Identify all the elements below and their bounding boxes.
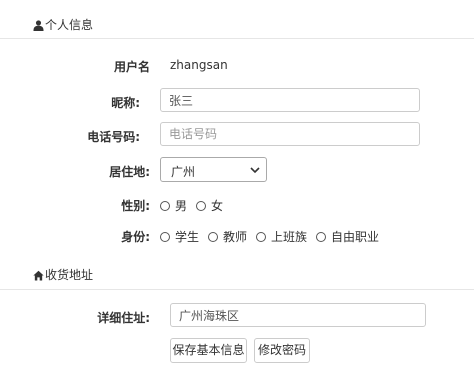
- radio-circle[interactable]: [316, 231, 327, 242]
- personal-info-header: 个人信息: [0, 18, 474, 38]
- identity-option-teacher[interactable]: 教师: [208, 228, 247, 245]
- radio-circle[interactable]: [208, 231, 219, 242]
- address-label: 详细住址:: [97, 311, 150, 325]
- gender-option-label: 女: [211, 199, 224, 213]
- gender-radio-group: 男 女: [160, 197, 232, 214]
- phone-label: 电话号码:: [87, 130, 140, 144]
- radio-circle[interactable]: [256, 231, 267, 242]
- identity-option-label: 学生: [175, 230, 200, 244]
- username-value: zhangsan: [170, 58, 228, 72]
- radio-circle[interactable]: [160, 200, 170, 211]
- address-header: 收货地址: [0, 268, 474, 288]
- identity-option-freelancer[interactable]: 自由职业: [316, 228, 379, 245]
- identity-option-label: 教师: [223, 230, 248, 244]
- nickname-input[interactable]: [160, 88, 420, 112]
- gender-option-male[interactable]: 男: [160, 197, 187, 214]
- chevron-down-icon: [250, 167, 260, 174]
- identity-label: 身份:: [121, 230, 150, 244]
- gender-option-female[interactable]: 女: [196, 197, 223, 214]
- identity-radio-group: 学生 教师 上班族 自由职业: [160, 228, 388, 245]
- gender-label: 性别:: [121, 199, 150, 213]
- save-info-button[interactable]: 保存基本信息: [170, 338, 247, 363]
- nickname-label: 昵称:: [111, 96, 140, 110]
- username-label: 用户名: [113, 60, 150, 74]
- gender-option-label: 男: [175, 199, 188, 213]
- identity-option-label: 上班族: [271, 230, 308, 244]
- residence-select[interactable]: 广州: [160, 157, 267, 182]
- identity-option-office-worker[interactable]: 上班族: [256, 228, 307, 245]
- radio-circle[interactable]: [160, 231, 170, 242]
- residence-label: 居住地:: [109, 165, 150, 179]
- section-title-address: 收货地址: [45, 268, 94, 282]
- identity-option-student[interactable]: 学生: [160, 228, 199, 245]
- phone-input[interactable]: [160, 122, 420, 146]
- section-divider: [0, 38, 474, 39]
- identity-option-label: 自由职业: [331, 230, 380, 244]
- user-icon: [33, 20, 44, 31]
- home-icon: [33, 270, 44, 281]
- section-title-personal: 个人信息: [45, 18, 94, 32]
- address-input[interactable]: [170, 303, 426, 327]
- change-password-button[interactable]: 修改密码: [254, 338, 310, 363]
- residence-selected: 广州: [171, 165, 196, 179]
- radio-circle[interactable]: [196, 200, 207, 211]
- section-divider: [0, 289, 474, 290]
